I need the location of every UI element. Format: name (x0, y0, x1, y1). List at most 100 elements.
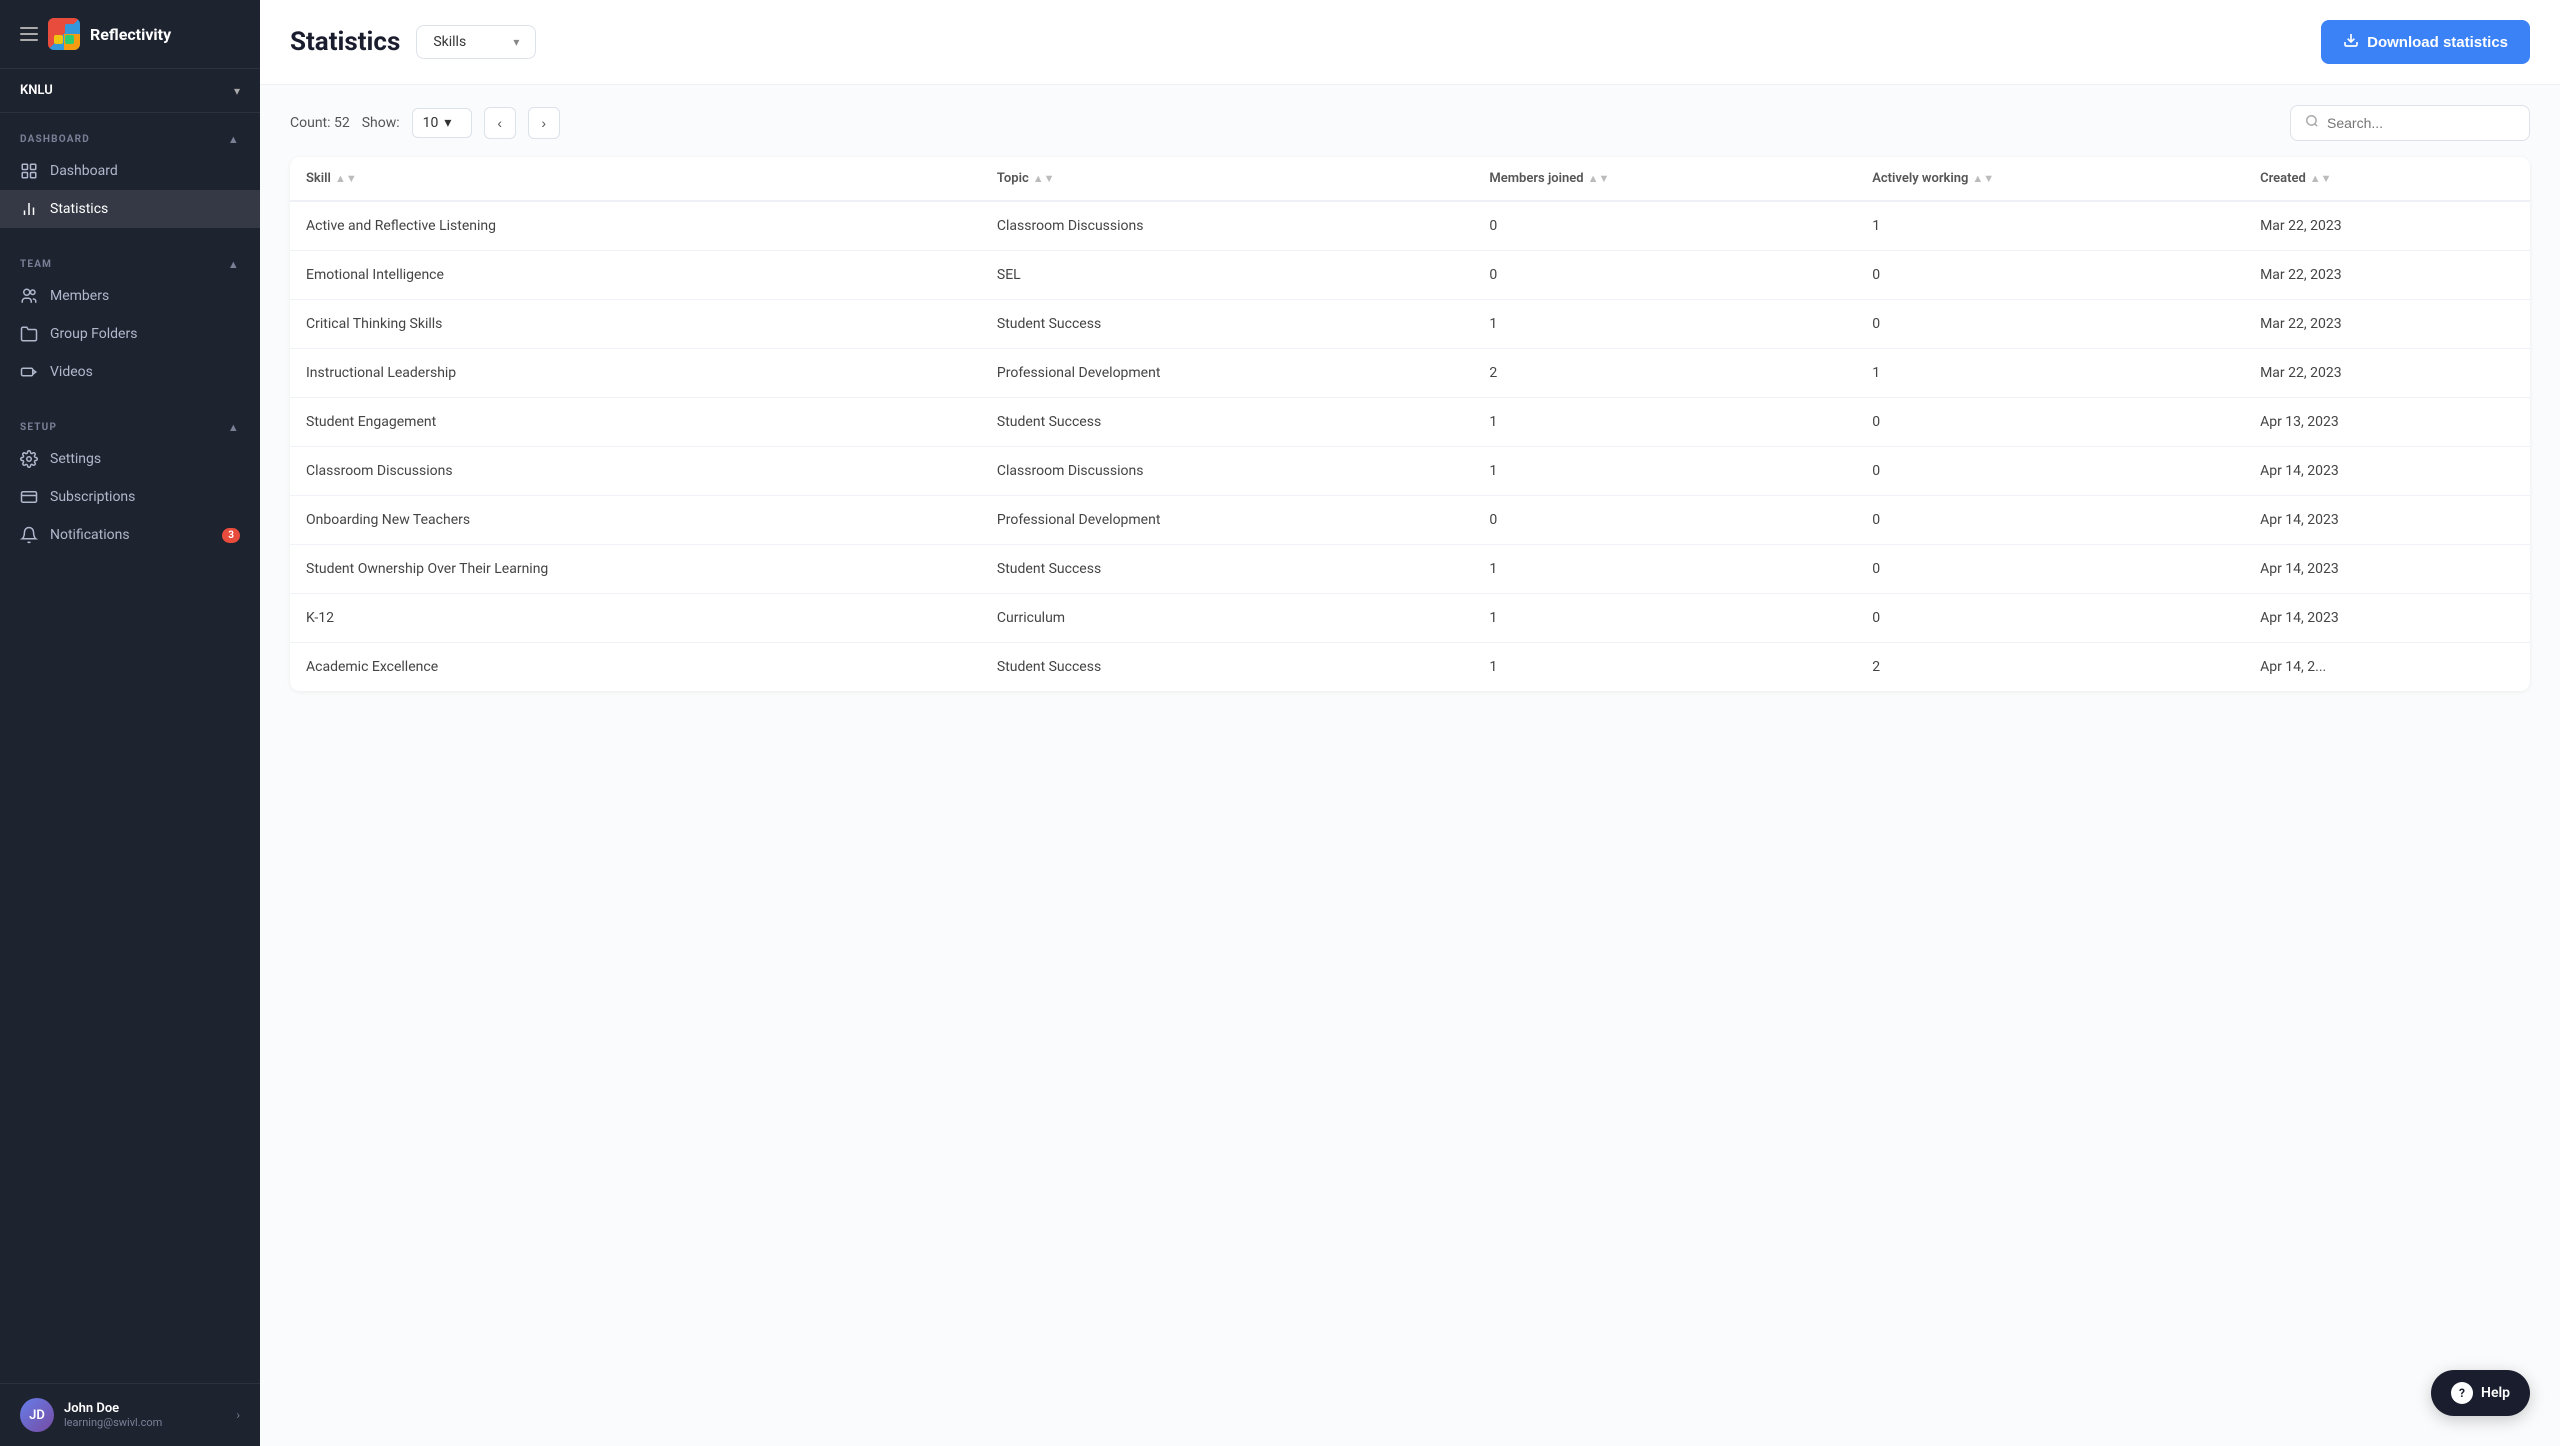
show-label: Show: (362, 115, 400, 131)
sidebar-item-notifications[interactable]: Notifications 3 (0, 516, 260, 554)
cell-skill: Critical Thinking Skills (290, 300, 981, 349)
nav-section-setup: SETUP ▲ Settings Subscriptions (0, 401, 260, 564)
cell-actively-working: 0 (1856, 496, 2244, 545)
main-header: Statistics Skills ▾ Download statistics (260, 0, 2560, 85)
cell-members-joined: 1 (1473, 594, 1856, 643)
prev-page-button[interactable]: ‹ (484, 107, 516, 139)
user-name: John Doe (64, 1401, 226, 1416)
subscriptions-icon (20, 488, 38, 506)
sidebar-item-label-videos: Videos (50, 364, 93, 380)
help-button[interactable]: ? Help (2431, 1370, 2530, 1416)
table-toolbar: Count: 52 Show: 10 ▾ ‹ › (290, 105, 2530, 141)
cell-actively-working: 0 (1856, 447, 2244, 496)
cell-actively-working: 0 (1856, 594, 2244, 643)
cell-skill: Instructional Leadership (290, 349, 981, 398)
download-statistics-button[interactable]: Download statistics (2321, 20, 2530, 64)
cell-created: Apr 14, 2023 (2244, 594, 2530, 643)
sidebar-item-group-folders[interactable]: Group Folders (0, 315, 260, 353)
cell-skill: K-12 (290, 594, 981, 643)
table-row: K-12 Curriculum 1 0 Apr 14, 2023 (290, 594, 2530, 643)
sidebar-item-subscriptions[interactable]: Subscriptions (0, 478, 260, 516)
menu-icon[interactable] (20, 27, 38, 41)
cell-skill: Onboarding New Teachers (290, 496, 981, 545)
section-collapse-team[interactable]: ▲ (228, 258, 240, 271)
section-collapse-dashboard[interactable]: ▲ (228, 133, 240, 146)
help-label: Help (2481, 1385, 2510, 1401)
sidebar-item-videos[interactable]: Videos (0, 353, 260, 391)
help-icon: ? (2451, 1382, 2473, 1404)
sidebar-item-label-statistics: Statistics (50, 201, 108, 217)
cell-members-joined: 1 (1473, 545, 1856, 594)
nav-section-team: TEAM ▲ Members Group Folders (0, 238, 260, 401)
col-header-skill: Skill ▲▼ (290, 157, 981, 201)
sidebar-item-label-subscriptions: Subscriptions (50, 489, 135, 505)
filter-dropdown-chevron-icon: ▾ (513, 35, 519, 49)
cell-topic: Student Success (981, 398, 1473, 447)
search-input[interactable] (2327, 115, 2515, 131)
notifications-badge: 3 (222, 528, 240, 543)
sort-topic-icon: ▲▼ (1033, 173, 1055, 184)
cell-actively-working: 1 (1856, 201, 2244, 251)
search-box[interactable] (2290, 105, 2530, 141)
show-select[interactable]: 10 ▾ (412, 108, 472, 138)
main-content: Statistics Skills ▾ Download statistics … (260, 0, 2560, 1446)
sort-active-icon: ▲▼ (1972, 173, 1994, 184)
next-page-button[interactable]: › (528, 107, 560, 139)
cell-topic: Student Success (981, 300, 1473, 349)
cell-created: Mar 22, 2023 (2244, 300, 2530, 349)
sort-members-icon: ▲▼ (1588, 173, 1610, 184)
cell-members-joined: 2 (1473, 349, 1856, 398)
table-row: Classroom Discussions Classroom Discussi… (290, 447, 2530, 496)
table-row: Emotional Intelligence SEL 0 0 Mar 22, 2… (290, 251, 2530, 300)
cell-actively-working: 1 (1856, 349, 2244, 398)
user-footer[interactable]: JD John Doe learning@swivl.com › (0, 1383, 260, 1446)
user-info: John Doe learning@swivl.com (64, 1401, 226, 1429)
org-name: KNLU (20, 83, 53, 98)
col-header-created: Created ▲▼ (2244, 157, 2530, 201)
cell-created: Apr 14, 2023 (2244, 545, 2530, 594)
cell-skill: Student Engagement (290, 398, 981, 447)
sidebar-item-dashboard[interactable]: Dashboard (0, 152, 260, 190)
cell-members-joined: 1 (1473, 300, 1856, 349)
settings-icon (20, 450, 38, 468)
cell-topic: SEL (981, 251, 1473, 300)
logo-icon (48, 18, 80, 50)
cell-actively-working: 0 (1856, 251, 2244, 300)
table-row: Student Engagement Student Success 1 0 A… (290, 398, 2530, 447)
cell-created: Mar 22, 2023 (2244, 251, 2530, 300)
user-email: learning@swivl.com (64, 1416, 226, 1429)
table-row: Onboarding New Teachers Professional Dev… (290, 496, 2530, 545)
videos-icon (20, 363, 38, 381)
table-row: Critical Thinking Skills Student Success… (290, 300, 2530, 349)
sidebar-header: Reflectivity (0, 0, 260, 69)
cell-topic: Student Success (981, 545, 1473, 594)
avatar: JD (20, 1398, 54, 1432)
cell-topic: Classroom Discussions (981, 447, 1473, 496)
user-chevron-icon: › (236, 1408, 240, 1422)
show-select-chevron-icon: ▾ (444, 115, 451, 131)
table-area: Count: 52 Show: 10 ▾ ‹ › (260, 85, 2560, 1446)
cell-members-joined: 0 (1473, 251, 1856, 300)
org-section[interactable]: KNLU ▾ (0, 69, 260, 113)
download-button-label: Download statistics (2367, 34, 2508, 51)
filter-dropdown-value: Skills (433, 34, 466, 50)
sidebar-item-label-members: Members (50, 288, 109, 304)
search-icon (2305, 114, 2319, 132)
sidebar-item-members[interactable]: Members (0, 277, 260, 315)
cell-created: Mar 22, 2023 (2244, 349, 2530, 398)
folder-icon (20, 325, 38, 343)
cell-created: Apr 13, 2023 (2244, 398, 2530, 447)
cell-members-joined: 1 (1473, 643, 1856, 692)
sidebar-item-settings[interactable]: Settings (0, 440, 260, 478)
cell-members-joined: 0 (1473, 201, 1856, 251)
cell-skill: Classroom Discussions (290, 447, 981, 496)
filter-dropdown[interactable]: Skills ▾ (416, 25, 536, 59)
cell-created: Apr 14, 2023 (2244, 447, 2530, 496)
cell-members-joined: 0 (1473, 496, 1856, 545)
cell-topic: Student Success (981, 643, 1473, 692)
sidebar-item-statistics[interactable]: Statistics (0, 190, 260, 228)
statistics-icon (20, 200, 38, 218)
section-header-dashboard: DASHBOARD ▲ (0, 123, 260, 152)
section-collapse-setup[interactable]: ▲ (228, 421, 240, 434)
members-icon (20, 287, 38, 305)
